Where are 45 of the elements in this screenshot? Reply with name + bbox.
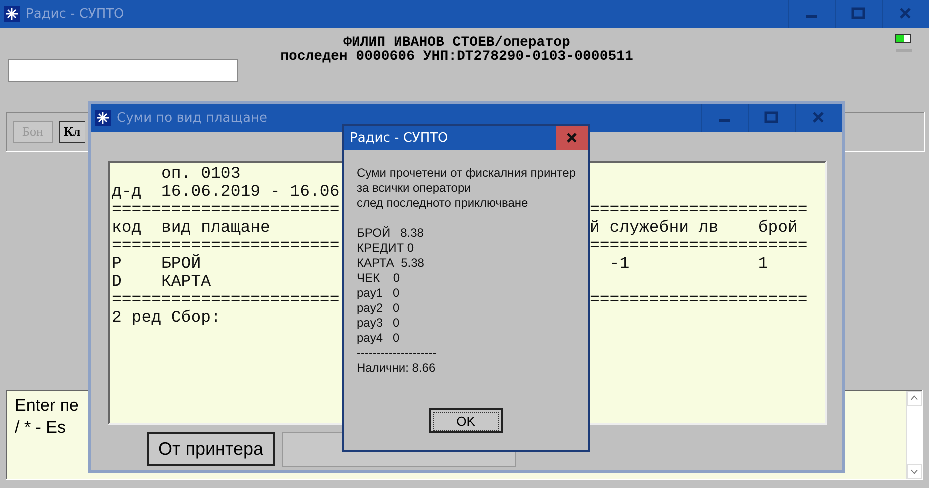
scrollbar[interactable] [906, 391, 922, 479]
input-field[interactable] [8, 59, 238, 82]
report-line: код вид плащане [112, 218, 270, 237]
message-line: Суми прочетени от фискалния принтер [357, 166, 578, 181]
window-title: Радис - СУПТО [26, 6, 124, 22]
separator-line: -------------------- [357, 346, 438, 361]
report-line: ====================== [590, 291, 808, 309]
close-icon[interactable] [556, 126, 588, 150]
total-line: Налични: 8.66 [357, 361, 437, 376]
receipt-info: последен 0000606 УНП:DT278290-0103-0000511 [280, 50, 634, 64]
status-indicator-icon [895, 34, 913, 54]
report-line: -1 1 [608, 255, 768, 273]
toolbar-button[interactable]: Кл [59, 121, 85, 143]
report-line: P БРОЙ [112, 254, 202, 273]
amount-line: КРЕДИТ 0 [357, 241, 416, 256]
dialog-title: Радис - СУПТО [350, 130, 448, 146]
report-line: D КАРТА [112, 272, 212, 291]
report-line: ====================== [590, 237, 808, 255]
console-line: Enter пе [15, 395, 80, 417]
report-line: ======================= [112, 236, 340, 255]
amount-line: ЧЕК 0 [357, 271, 402, 286]
scroll-down-icon[interactable] [907, 464, 922, 479]
window-title: Суми по вид плащане [117, 110, 268, 126]
amount-line: pay3 0 [357, 316, 401, 331]
console-line: / * - Es [15, 417, 68, 439]
report-line: оп. 0103 [160, 164, 241, 183]
snowflake-icon [4, 6, 20, 22]
ok-button[interactable]: OK [429, 408, 503, 433]
message-line: след последното приключване [357, 196, 530, 211]
message-line: за всички оператори [357, 181, 472, 196]
amount-line: БРОЙ 8.38 [357, 226, 425, 241]
report-line: ======================= [112, 200, 340, 219]
operator-name: ФИЛИП ИВАНОВ СТОЕВ/оператор [342, 36, 570, 50]
report-line: ======================= [112, 290, 340, 309]
printer-button[interactable]: От принтера [147, 432, 275, 466]
report-line: й служебни лв брой [590, 219, 798, 237]
report-line: 2 ред Сбор: [112, 308, 221, 327]
amount-line: pay2 0 [357, 301, 401, 316]
amount-line: pay1 0 [357, 286, 401, 301]
amount-line: pay4 0 [357, 331, 401, 346]
snowflake-icon [95, 110, 111, 126]
amount-line: КАРТА 5.38 [357, 256, 426, 271]
report-line: д-д 16.06.2019 - 16.06 [112, 182, 340, 201]
report-line: ====================== [590, 201, 808, 219]
scroll-up-icon[interactable] [907, 391, 922, 406]
